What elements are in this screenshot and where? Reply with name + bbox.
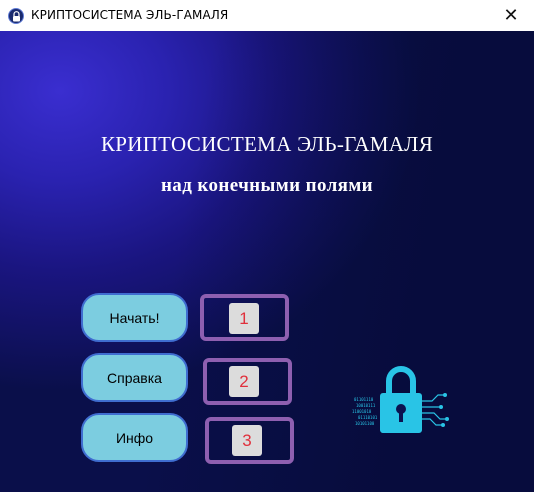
title-bar: КРИПТОСИСТЕМА ЭЛЬ-ГАМАЛЯ ✕ bbox=[0, 0, 534, 31]
digital-padlock-icon: 01101110 10010111 11001010 01110101 1010… bbox=[352, 361, 450, 437]
step-number-1: 1 bbox=[229, 303, 259, 334]
main-panel: КРИПТОСИСТЕМА ЭЛЬ-ГАМАЛЯ над конечными п… bbox=[0, 31, 534, 492]
start-button[interactable]: Начать! bbox=[81, 293, 188, 342]
help-button[interactable]: Справка bbox=[81, 353, 188, 402]
step-number-3: 3 bbox=[232, 425, 262, 456]
lock-app-icon bbox=[8, 8, 24, 24]
svg-text:11001010: 11001010 bbox=[352, 409, 372, 414]
svg-text:10010111: 10010111 bbox=[356, 403, 376, 408]
step-number-2: 2 bbox=[229, 366, 259, 397]
info-button[interactable]: Инфо bbox=[81, 413, 188, 462]
svg-text:01110101: 01110101 bbox=[358, 415, 378, 420]
page-title: КРИПТОСИСТЕМА ЭЛЬ-ГАМАЛЯ bbox=[100, 132, 434, 156]
svg-text:10101100: 10101100 bbox=[355, 421, 375, 426]
window-title: КРИПТОСИСТЕМА ЭЛЬ-ГАМАЛЯ bbox=[31, 8, 229, 22]
svg-text:01101110: 01101110 bbox=[354, 397, 374, 402]
close-button[interactable]: ✕ bbox=[488, 0, 534, 31]
page-subtitle: над конечными полями bbox=[160, 175, 374, 196]
